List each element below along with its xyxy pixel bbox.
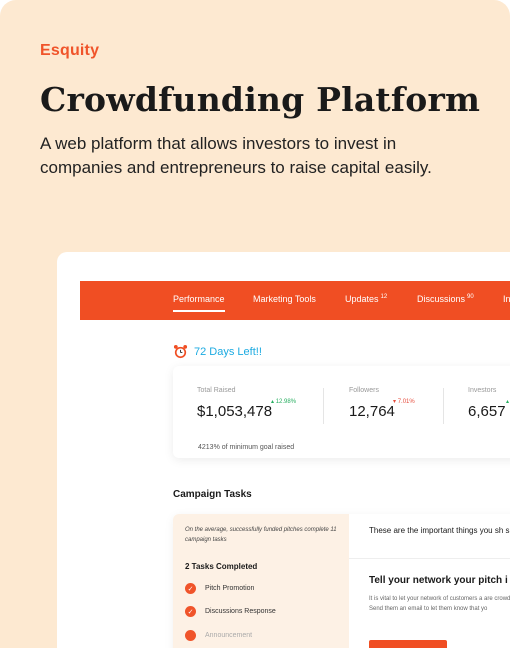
task-detail-body: It is vital to let your network of custo…: [369, 596, 510, 612]
stat-change: ▴: [506, 399, 510, 405]
section-title: Campaign Tasks: [173, 489, 252, 500]
task-detail: These are the important things you sh su…: [349, 514, 510, 648]
tab-in[interactable]: In: [503, 294, 510, 304]
updates-badge: 12: [380, 294, 388, 300]
stat-value: 12,764: [349, 403, 395, 420]
tasks-card: On the average, successfully funded pitc…: [173, 514, 510, 648]
stats-card: Total Raised ▴ 12.98% $1,053,478 4213% o…: [173, 366, 510, 458]
top-nav: Performance Marketing Tools Updates 12 Di…: [80, 281, 510, 320]
task-item[interactable]: ✓ Discussions Response: [185, 606, 276, 617]
alarm-clock-icon: [173, 344, 188, 359]
brand-logo: Esquity: [40, 42, 100, 59]
countdown-text: 72 Days Left!!: [194, 345, 262, 358]
stat-change: ▴ 12.98%: [271, 399, 297, 405]
stat-investors: Investors ▴ 6,657: [468, 387, 509, 420]
divider: [323, 388, 324, 424]
task-action-button[interactable]: [369, 640, 447, 648]
stat-value: 6,657: [468, 403, 506, 420]
divider: [443, 388, 444, 424]
tasks-note: On the average, successfully funded pitc…: [185, 527, 337, 543]
goal-note: 4213% of minimum goal raised: [198, 444, 295, 451]
task-detail-title: Tell your network your pitch i: [369, 575, 508, 586]
stat-label: Total Raised: [197, 387, 236, 394]
stat-followers: Followers ▾ 7.01% 12,764: [349, 387, 415, 420]
divider: [349, 558, 510, 559]
check-icon: ✓: [185, 583, 196, 594]
stat-value: $1,053,478: [197, 403, 273, 420]
task-item[interactable]: ✓ Pitch Promotion: [185, 583, 254, 594]
tasks-summary: On the average, successfully funded pitc…: [173, 514, 349, 648]
showcase-page: Esquity Crowdfunding Platform A web plat…: [0, 0, 510, 648]
countdown: 72 Days Left!!: [173, 344, 262, 359]
page-description: A web platform that allows investors to …: [40, 134, 432, 177]
app-screenshot: Performance Marketing Tools Updates 12 Di…: [57, 252, 510, 648]
tab-performance[interactable]: Performance: [173, 294, 225, 304]
discussions-badge: 90: [467, 294, 474, 300]
tab-marketing-tools[interactable]: Marketing Tools: [253, 294, 316, 304]
stat-label: Investors: [468, 387, 497, 394]
stat-change: ▾ 7.01%: [393, 399, 415, 405]
tab-discussions[interactable]: Discussions 90: [417, 294, 474, 304]
dot-icon: [185, 630, 196, 641]
tasks-count: 2 Tasks Completed: [185, 562, 258, 571]
task-item[interactable]: Announcement: [185, 630, 252, 641]
tab-updates[interactable]: Updates 12: [345, 294, 387, 304]
stat-total-raised: Total Raised ▴ 12.98% $1,053,478 4213% o…: [197, 387, 296, 451]
active-tab-indicator: [173, 310, 225, 312]
stat-label: Followers: [349, 387, 379, 394]
page-title: Crowdfunding Platform: [40, 80, 481, 119]
check-icon: ✓: [185, 606, 196, 617]
task-detail-header: These are the important things you sh su…: [369, 526, 510, 535]
